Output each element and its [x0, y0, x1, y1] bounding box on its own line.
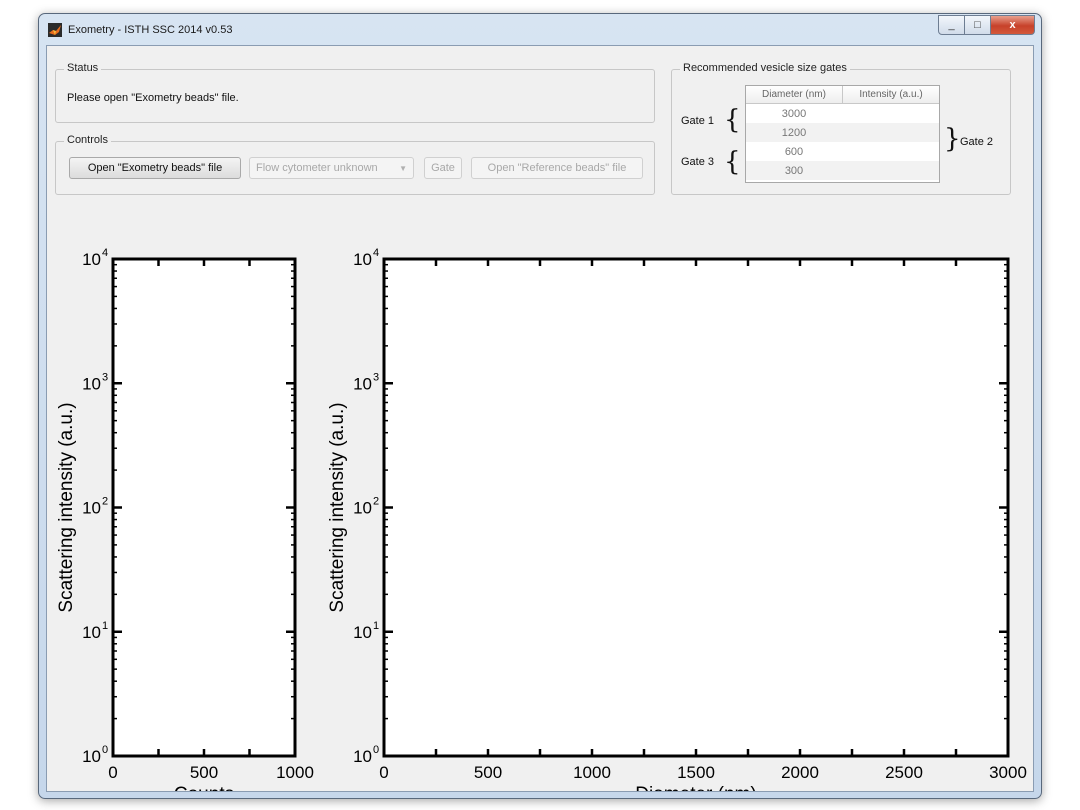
y-tick-label-base: 10: [82, 623, 101, 642]
open-exometry-beads-button[interactable]: Open "Exometry beads" file: [69, 157, 241, 179]
minimize-icon: _: [948, 19, 955, 31]
x-tick-label: 0: [379, 763, 388, 782]
y-tick-label-base: 10: [353, 623, 372, 642]
y-tick-label-exponent: 4: [102, 247, 108, 259]
open-exometry-beads-label: Open "Exometry beads" file: [87, 162, 223, 174]
y-tick-label-exponent: 3: [102, 371, 108, 383]
table-cell-intensity[interactable]: [843, 142, 939, 161]
chevron-down-icon: ▼: [399, 163, 407, 173]
table-cell-intensity[interactable]: [843, 104, 939, 123]
app-window: Exometry - ISTH SSC 2014 v0.53 _ □ x Sta…: [38, 13, 1042, 799]
table-cell-diameter[interactable]: 300: [746, 161, 842, 180]
y-tick-label-base: 10: [82, 250, 101, 269]
y-axis-label: Scattering intensity (a.u.): [56, 402, 77, 612]
gates-table[interactable]: Diameter (nm) Intensity (a.u.) 3000 1200…: [745, 85, 940, 183]
x-tick-label: 0: [108, 763, 117, 782]
gate2-brace: }: [944, 124, 961, 154]
x-tick-label: 2000: [781, 763, 819, 782]
status-legend: Status: [64, 62, 102, 74]
table-cell-intensity[interactable]: [843, 123, 939, 142]
y-tick-label-base: 10: [353, 499, 372, 518]
y-tick-label-exponent: 1: [373, 620, 379, 632]
y-tick-label-exponent: 1: [102, 620, 108, 632]
y-tick-label-base: 10: [82, 747, 101, 766]
gate1-label: Gate 1: [681, 115, 715, 127]
window-title: Exometry - ISTH SSC 2014 v0.53: [68, 24, 233, 36]
x-tick-label: 1500: [677, 763, 715, 782]
close-button[interactable]: x: [991, 15, 1035, 35]
y-tick-label-base: 10: [353, 747, 372, 766]
y-tick-label-exponent: 3: [373, 371, 379, 383]
gates-group: Recommended vesicle size gates Gate 1 { …: [671, 62, 1011, 195]
x-tick-label: 1000: [276, 763, 314, 782]
x-axis-label: Counts: [174, 784, 234, 791]
x-tick-label: 1000: [573, 763, 611, 782]
client-area: Status Please open "Exometry beads" file…: [46, 45, 1034, 792]
maximize-button[interactable]: □: [965, 15, 991, 35]
flow-cytometer-select[interactable]: Flow cytometer unknown ▼: [249, 157, 414, 179]
y-tick-label-base: 10: [82, 499, 101, 518]
gate2-label: Gate 2: [960, 136, 994, 148]
open-reference-beads-button[interactable]: Open "Reference beads" file: [471, 157, 643, 179]
x-tick-label: 500: [190, 763, 218, 782]
title-bar[interactable]: Exometry - ISTH SSC 2014 v0.53 _ □ x: [39, 14, 1041, 46]
gate1-brace: {: [724, 105, 741, 135]
flow-cytometer-value: Flow cytometer unknown: [256, 162, 378, 174]
gates-legend: Recommended vesicle size gates: [680, 62, 850, 74]
y-tick-label-exponent: 0: [373, 744, 379, 756]
y-axis-label: Scattering intensity (a.u.): [327, 402, 348, 612]
table-cell-intensity[interactable]: [843, 161, 939, 180]
controls-legend: Controls: [64, 134, 111, 146]
table-cell-diameter[interactable]: 3000: [746, 104, 842, 123]
chart-2: 05001000150020002500300010^010010^110110…: [327, 247, 1027, 791]
chart-1: 0500100010^010010^110110^210210^310310^4…: [56, 247, 314, 791]
y-tick-label-exponent: 0: [102, 744, 108, 756]
y-tick-label-exponent: 2: [373, 496, 379, 508]
open-reference-beads-label: Open "Reference beads" file: [487, 162, 627, 174]
status-group: Status Please open "Exometry beads" file…: [55, 62, 655, 123]
matlab-app-icon: [48, 23, 62, 37]
table-header-diameter: Diameter (nm): [746, 86, 843, 104]
status-message: Please open "Exometry beads" file.: [67, 92, 239, 104]
y-tick-label-base: 10: [353, 374, 372, 393]
table-cell-diameter[interactable]: 600: [746, 142, 842, 161]
y-tick-label-exponent: 4: [373, 247, 379, 259]
gate-button-label: Gate: [431, 162, 455, 174]
maximize-icon: □: [974, 19, 981, 31]
plot-frame: [111, 257, 297, 758]
x-tick-label: 3000: [989, 763, 1027, 782]
y-tick-label-base: 10: [353, 250, 372, 269]
table-cell-diameter[interactable]: 1200: [746, 123, 842, 142]
gate3-brace: {: [724, 147, 741, 177]
window-controls: _ □ x: [938, 15, 1035, 35]
close-icon: x: [1009, 19, 1016, 31]
y-tick-label-exponent: 2: [102, 496, 108, 508]
minimize-button[interactable]: _: [938, 15, 965, 35]
y-tick-label-base: 10: [82, 374, 101, 393]
x-tick-label: 2500: [885, 763, 923, 782]
gate-button[interactable]: Gate: [424, 157, 462, 179]
gate3-label: Gate 3: [681, 156, 715, 168]
table-header-intensity: Intensity (a.u.): [843, 86, 939, 104]
controls-group: Controls Open "Exometry beads" file Flow…: [55, 134, 655, 195]
x-axis-label: Diameter (nm): [635, 784, 756, 791]
plot-frame: [382, 257, 1010, 758]
plots-area: 0500100010^010010^110110^210210^310310^4…: [56, 247, 1027, 791]
x-tick-label: 500: [474, 763, 502, 782]
